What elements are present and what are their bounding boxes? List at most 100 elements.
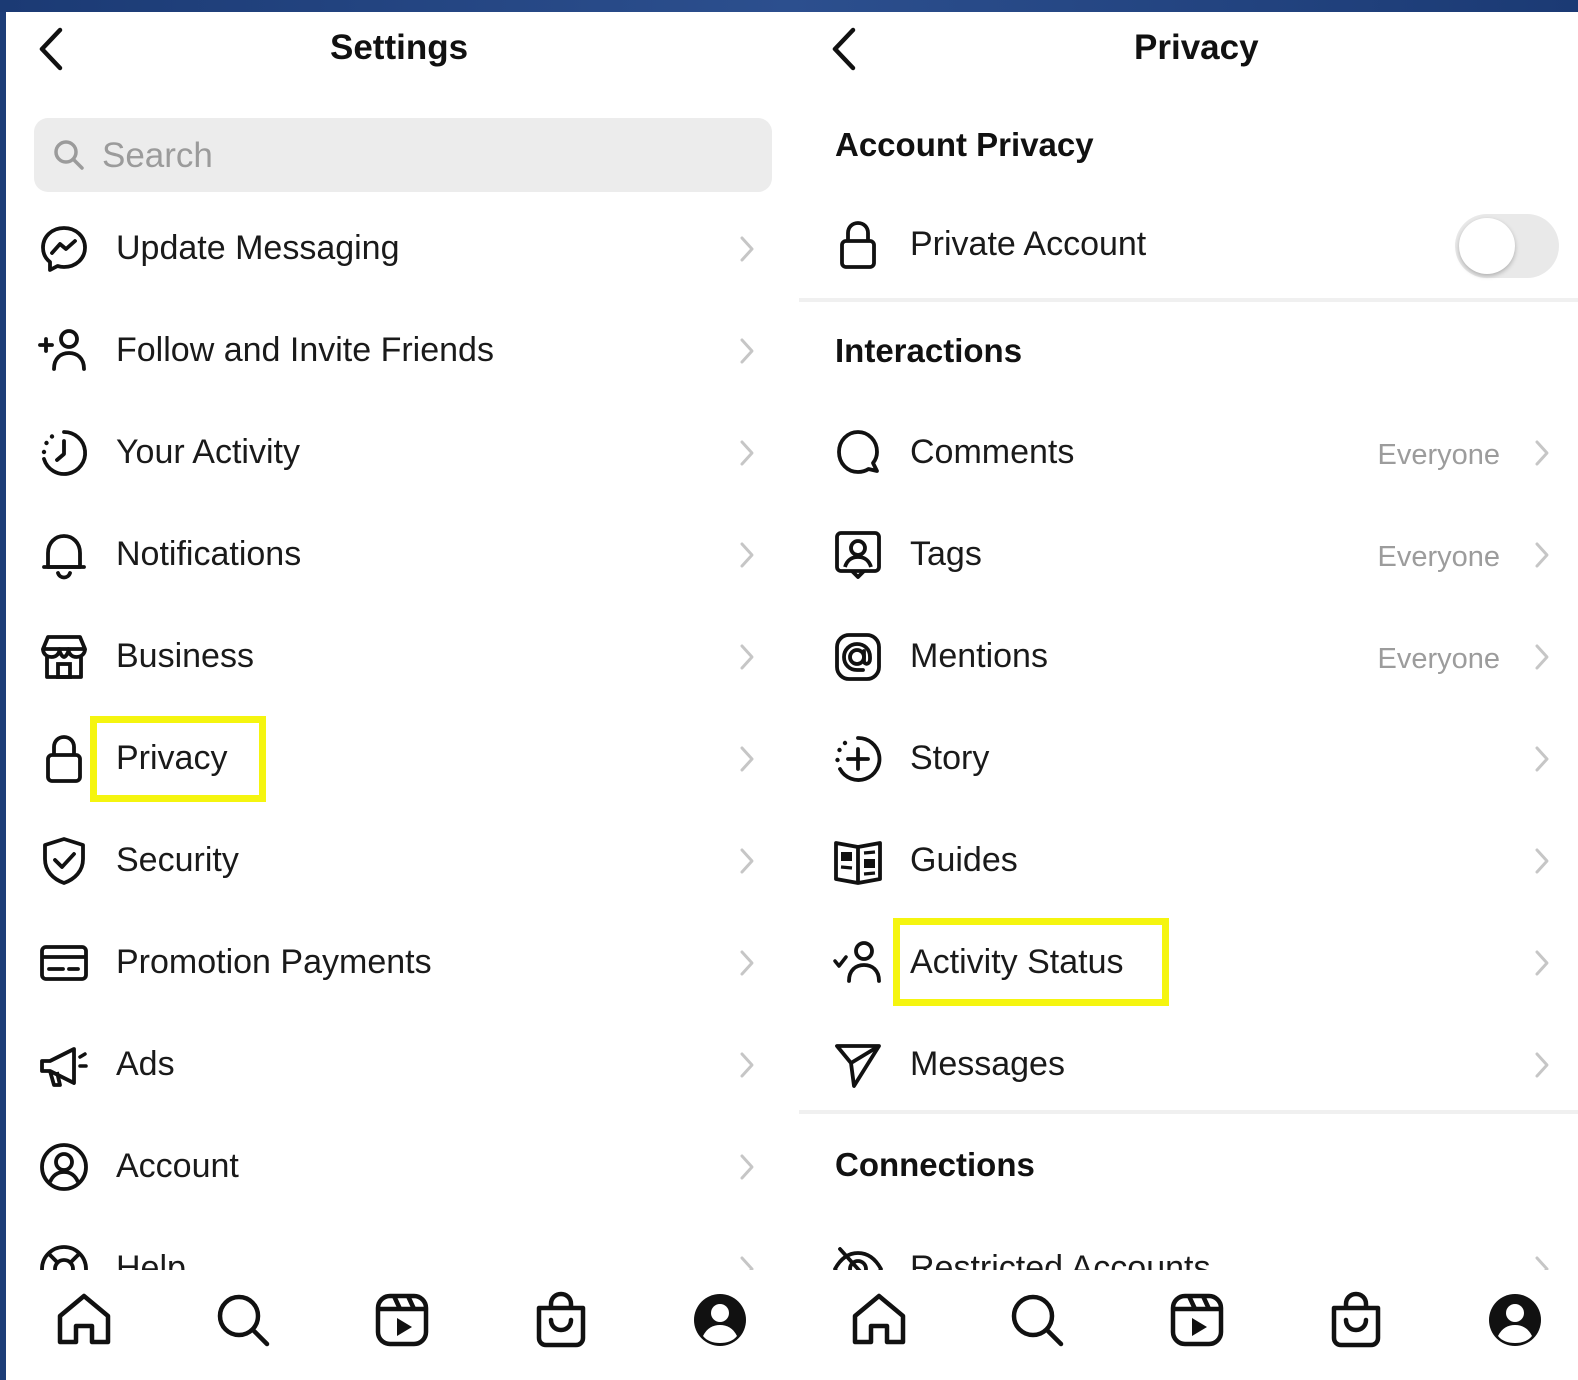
activity-clock-icon <box>38 427 90 479</box>
chevron-right-icon <box>740 950 754 976</box>
settings-item-follow-invite[interactable]: Follow and Invite Friends <box>6 300 799 402</box>
messenger-icon <box>38 223 90 275</box>
private-account-toggle[interactable] <box>1455 214 1559 278</box>
privacy-item-value: Everyone <box>1377 643 1500 675</box>
chevron-right-icon <box>740 236 754 262</box>
profile-icon <box>694 1294 746 1346</box>
bell-icon <box>38 529 90 581</box>
privacy-item-value: Everyone <box>1377 541 1500 573</box>
tab-reels[interactable] <box>370 1288 434 1352</box>
settings-item-label: Follow and Invite Friends <box>116 331 494 369</box>
tab-search[interactable] <box>211 1288 275 1352</box>
settings-header: Settings <box>6 12 799 96</box>
settings-item-promotion-payments[interactable]: Promotion Payments <box>6 912 799 1014</box>
chevron-right-icon <box>740 644 754 670</box>
card-icon <box>38 937 90 989</box>
shopping-bag-icon <box>1331 1291 1381 1348</box>
privacy-item-comments[interactable]: Comments Everyone <box>799 402 1578 504</box>
search-bar[interactable] <box>34 118 772 192</box>
tab-reels[interactable] <box>1165 1288 1229 1352</box>
privacy-item-label: Comments <box>910 433 1075 471</box>
settings-item-label: Ads <box>116 1045 175 1083</box>
home-icon <box>57 1293 111 1345</box>
tab-profile[interactable] <box>1483 1288 1547 1352</box>
privacy-item-label: Mentions <box>910 637 1048 675</box>
chevron-right-icon <box>1535 1052 1549 1078</box>
add-person-icon <box>38 325 90 377</box>
chevron-right-icon <box>1535 746 1549 772</box>
settings-item-account[interactable]: Account <box>6 1116 799 1218</box>
chevron-right-icon <box>740 746 754 772</box>
comment-bubble-icon <box>832 427 884 479</box>
chevron-right-icon <box>740 1052 754 1078</box>
lock-icon <box>38 733 90 785</box>
privacy-item-messages[interactable]: Messages <box>799 1014 1578 1116</box>
guides-book-icon <box>832 835 884 887</box>
settings-item-your-activity[interactable]: Your Activity <box>6 402 799 504</box>
privacy-item-mentions[interactable]: Mentions Everyone <box>799 606 1578 708</box>
privacy-item-tags[interactable]: Tags Everyone <box>799 504 1578 606</box>
tab-search[interactable] <box>1005 1288 1069 1352</box>
privacy-item-label: Story <box>910 739 990 777</box>
privacy-item-guides[interactable]: Guides <box>799 810 1578 912</box>
tab-home[interactable] <box>847 1288 911 1352</box>
page-title: Settings <box>330 28 469 67</box>
settings-item-label: Account <box>116 1147 239 1185</box>
search-icon <box>217 1294 270 1347</box>
privacy-item-label: Guides <box>910 841 1018 879</box>
search-icon <box>1011 1294 1064 1347</box>
settings-item-label: Notifications <box>116 535 302 573</box>
privacy-item-label: Private Account <box>910 225 1147 263</box>
chevron-right-icon <box>1535 644 1549 670</box>
section-header-connections: Connections <box>835 1146 1035 1183</box>
lock-icon <box>832 219 884 271</box>
chevron-right-icon <box>740 440 754 466</box>
settings-item-security[interactable]: Security <box>6 810 799 912</box>
settings-item-label: Update Messaging <box>116 229 400 267</box>
privacy-screen: Privacy Account Privacy Private Account … <box>799 12 1578 1380</box>
settings-item-label: Business <box>116 637 254 675</box>
section-header-account-privacy: Account Privacy <box>835 126 1094 163</box>
shop-icon <box>38 631 90 683</box>
chevron-right-icon <box>740 338 754 364</box>
settings-item-ads[interactable]: Ads <box>6 1014 799 1116</box>
window-frame-top <box>0 0 1578 12</box>
chevron-right-icon <box>740 848 754 874</box>
reels-icon <box>375 1293 429 1347</box>
settings-item-notifications[interactable]: Notifications <box>6 504 799 606</box>
section-header-interactions: Interactions <box>835 332 1023 369</box>
settings-item-update-messaging[interactable]: Update Messaging <box>6 198 799 300</box>
paper-plane-icon <box>832 1039 884 1091</box>
chevron-left-icon <box>832 27 856 71</box>
tab-home[interactable] <box>52 1288 116 1352</box>
chevron-left-icon <box>39 27 63 71</box>
privacy-item-story[interactable]: Story <box>799 708 1578 810</box>
privacy-item-label: Tags <box>910 535 982 573</box>
search-input[interactable] <box>100 128 754 184</box>
settings-screen: Settings Update Messaging Follow and Inv… <box>6 12 799 1380</box>
home-icon <box>852 1293 906 1345</box>
chevron-right-icon <box>740 542 754 568</box>
settings-item-label: Security <box>116 841 239 879</box>
settings-item-business[interactable]: Business <box>6 606 799 708</box>
chevron-right-icon <box>1535 848 1549 874</box>
profile-icon <box>1489 1294 1541 1346</box>
tab-profile[interactable] <box>688 1288 752 1352</box>
toggle-knob <box>1459 218 1515 274</box>
settings-item-label: Your Activity <box>116 433 300 471</box>
tab-shop[interactable] <box>529 1288 593 1352</box>
divider <box>799 1110 1578 1114</box>
bottom-tab-bar <box>799 1270 1578 1380</box>
settings-item-label: Promotion Payments <box>116 943 432 981</box>
privacy-header: Privacy <box>799 12 1578 96</box>
reels-icon <box>1170 1293 1224 1347</box>
account-circle-icon <box>38 1141 90 1193</box>
back-button[interactable] <box>823 24 867 74</box>
tab-shop[interactable] <box>1324 1288 1388 1352</box>
divider <box>799 298 1578 302</box>
privacy-item-label: Messages <box>910 1045 1065 1083</box>
chevron-right-icon <box>1535 542 1549 568</box>
back-button[interactable] <box>30 24 74 74</box>
bottom-tab-bar <box>6 1270 799 1380</box>
story-add-icon <box>832 733 884 785</box>
